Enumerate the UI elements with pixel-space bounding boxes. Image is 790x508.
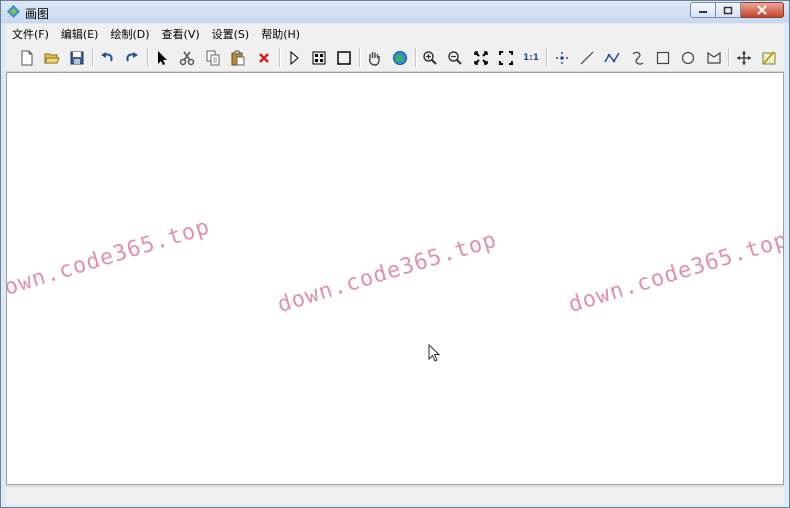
app-logo-icon (7, 5, 20, 18)
move-icon (737, 51, 751, 65)
select-arrow-icon (158, 51, 167, 65)
line-button[interactable] (576, 47, 598, 69)
polygon-button[interactable] (703, 47, 725, 69)
window-title: 画图 (25, 7, 50, 21)
polygon-icon (707, 51, 721, 64)
menu-settings[interactable]: 设置(S) (206, 26, 256, 42)
close-icon (757, 5, 767, 15)
undo-icon (101, 52, 113, 62)
maximize-button[interactable] (716, 2, 741, 18)
watermark-text: down.code365.top (274, 227, 500, 318)
copy-button[interactable] (202, 47, 224, 69)
point-button[interactable] (551, 47, 573, 69)
app-window: 画图 文件(F) 编辑(E) 绘制(D) 查看(V) 设置(S) 帮助(H) 1… (0, 0, 790, 508)
undo-button[interactable] (96, 47, 118, 69)
edit-shape-button[interactable] (758, 47, 780, 69)
menu-bar: 文件(F) 编辑(E) 绘制(D) 查看(V) 设置(S) 帮助(H) (6, 24, 784, 44)
line-icon (580, 51, 594, 65)
pointer-button[interactable] (283, 47, 305, 69)
grid-select-icon (312, 51, 326, 65)
close-button[interactable] (741, 2, 784, 18)
circle-button[interactable] (677, 47, 699, 69)
toolbar-separator (728, 48, 730, 67)
watermark-text: down.code365.top (565, 227, 784, 318)
minimize-button[interactable] (690, 2, 716, 18)
globe-button[interactable] (389, 47, 411, 69)
mouse-cursor-icon (428, 344, 440, 362)
polyline-button[interactable] (601, 47, 623, 69)
open-button[interactable] (41, 47, 63, 69)
curve-icon (632, 51, 644, 65)
maximize-icon (723, 6, 733, 14)
circle-icon (681, 51, 695, 65)
toolbar-separator (415, 48, 417, 67)
rectangle-icon (656, 51, 670, 65)
pan-hand-icon (368, 52, 380, 66)
save-button[interactable] (66, 47, 88, 69)
zoom-extents-icon (474, 51, 488, 65)
rectangle-select-icon (337, 51, 351, 65)
cut-icon (179, 51, 195, 66)
delete-icon (259, 53, 269, 63)
fit-window-icon (499, 51, 513, 65)
toolbar-separator (147, 48, 149, 67)
grid-select-button[interactable] (308, 47, 330, 69)
delete-button[interactable] (253, 47, 275, 69)
polyline-icon (604, 52, 620, 63)
zoom-out-button[interactable] (444, 47, 466, 69)
menu-edit[interactable]: 编辑(E) (55, 26, 105, 42)
menu-draw[interactable]: 绘制(D) (104, 26, 155, 42)
open-folder-icon (44, 53, 60, 64)
zoom-1to1-icon: 1:1 (522, 53, 540, 63)
rectangle-select-button[interactable] (333, 47, 355, 69)
fit-window-button[interactable] (495, 47, 517, 69)
toolbar-separator (279, 48, 281, 67)
watermark-text: down.code365.top (6, 214, 213, 305)
zoom-extents-button[interactable] (470, 47, 492, 69)
toolbar-separator (359, 48, 361, 67)
rectangle-button[interactable] (652, 47, 674, 69)
zoom-out-icon (448, 51, 462, 65)
select-button[interactable] (151, 47, 173, 69)
globe-icon (393, 51, 407, 65)
redo-icon (126, 52, 138, 62)
paste-icon (231, 50, 245, 66)
curve-button[interactable] (627, 47, 649, 69)
zoom-in-icon (423, 51, 437, 65)
menu-view[interactable]: 查看(V) (156, 26, 206, 42)
status-bar (6, 486, 784, 505)
redo-button[interactable] (121, 47, 143, 69)
new-file-icon (21, 50, 33, 66)
save-icon (70, 51, 84, 65)
toolbar-separator (92, 48, 94, 67)
edit-shape-icon (762, 51, 776, 65)
menu-file[interactable]: 文件(F) (6, 26, 55, 42)
zoom-1to1-button[interactable]: 1:1 (520, 47, 542, 69)
point-icon (556, 52, 568, 64)
cut-button[interactable] (176, 47, 198, 69)
pan-button[interactable] (363, 47, 385, 69)
toolbar: 1:1 (6, 44, 784, 72)
move-button[interactable] (733, 47, 755, 69)
title-bar: 画图 (1, 1, 789, 23)
toolbar-separator (546, 48, 548, 67)
minimize-icon (699, 11, 707, 13)
copy-icon (206, 50, 220, 66)
new-file-button[interactable] (16, 47, 38, 69)
zoom-in-button[interactable] (419, 47, 441, 69)
paste-button[interactable] (227, 47, 249, 69)
menu-help[interactable]: 帮助(H) (255, 26, 306, 42)
pointer-icon (290, 50, 299, 66)
drawing-canvas[interactable]: down.code365.top down.code365.top down.c… (6, 72, 784, 485)
